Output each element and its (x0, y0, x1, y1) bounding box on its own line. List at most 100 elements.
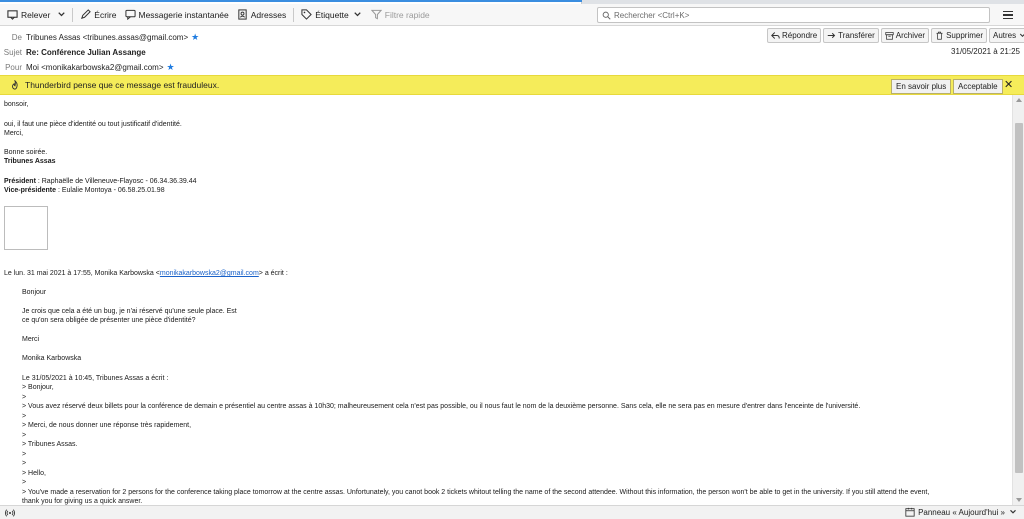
get-messages-dropdown[interactable] (54, 6, 69, 24)
quoted-line: > Bonjour, (22, 384, 54, 391)
to-label: Pour (5, 62, 22, 72)
quoted-line: Je crois que cela a été un bug, je n'ai … (22, 308, 237, 315)
signature-president-label: Président (4, 178, 36, 185)
quoted-line: > Merci, de nous donner une réponse très… (22, 422, 192, 429)
quoted-line: Bonjour (22, 289, 47, 296)
scroll-down-icon[interactable] (1016, 498, 1022, 502)
address-book-label: Adresses (250, 9, 287, 20)
hamburger-line (1003, 17, 1013, 20)
online-status-icon[interactable] (5, 508, 15, 518)
signature-president: Président : Raphaëlle de Villeneuve-Flay… (4, 177, 197, 186)
download-icon (7, 10, 18, 20)
star-icon[interactable]: ★ (167, 62, 175, 73)
archive-icon (885, 32, 894, 40)
scam-notification-bar: Thunderbird pense que ce message est fra… (0, 75, 1024, 95)
reply-label: Répondre (782, 31, 818, 40)
quoted-line: > Tribunes Assas. (22, 441, 78, 448)
body-scrollbar[interactable] (1012, 95, 1024, 505)
today-pane-label: Panneau « Aujourd'hui » (918, 507, 1005, 517)
learn-more-button[interactable]: En savoir plus (891, 79, 952, 94)
signature-name: Tribunes Assas (4, 158, 56, 165)
chevron-down-icon (354, 12, 361, 17)
address-book-button[interactable]: Adresses (233, 6, 290, 24)
chevron-down-icon (1010, 509, 1016, 514)
quote-intro: Le lun. 31 mai 2021 à 17:55, Monika Karb… (4, 269, 288, 278)
signature-image-placeholder (4, 206, 48, 250)
message-header: De Tribunes Assas <tribunes.assas@gmail.… (0, 27, 1024, 75)
chevron-down-icon (1020, 33, 1024, 37)
quoted-line: ce qu'on sera obligée de présenter une p… (22, 317, 196, 324)
chat-button[interactable]: Messagerie instantanée (121, 6, 233, 24)
quoted-line: > Vous avez réservé deux billets pour la… (22, 403, 861, 410)
quoted-line: > You've made a reservation for 2 person… (22, 489, 930, 496)
chat-label: Messagerie instantanée (138, 9, 229, 20)
quoted-line: > (22, 432, 27, 439)
signature-vp-value: : Eulalie Montoya - 06.58.25.01.98 (56, 187, 165, 194)
quoted-line: > (22, 460, 27, 467)
body-line: Merci, (4, 130, 24, 137)
message-date: 31/05/2021 à 21:25 (951, 47, 1020, 56)
pencil-icon (81, 9, 92, 19)
body-line: Bonne soirée. (4, 149, 48, 156)
quoted-line: > (22, 394, 27, 401)
not-scam-button[interactable]: Acceptable (953, 79, 1003, 94)
quick-filter-label: Filtre rapide (384, 9, 430, 20)
archive-label: Archiver (895, 31, 926, 40)
quoted-line: thank you for giving us a quick answer. (22, 498, 143, 505)
search-input[interactable]: Rechercher <Ctrl+K> (597, 7, 990, 23)
close-icon[interactable]: ✕ (1004, 78, 1013, 91)
calendar-icon (905, 507, 915, 517)
scrollbar-thumb[interactable] (1015, 123, 1023, 473)
quoted-line: Merci (22, 336, 40, 343)
signature-vp-label: Vice-présidente (4, 187, 57, 194)
hamburger-line (1003, 10, 1013, 13)
subject-row: Sujet Re: Conférence Julian Assange (0, 45, 146, 59)
tab-accent (0, 0, 582, 2)
delete-button[interactable]: Supprimer (931, 28, 987, 43)
mail-toolbar: Relever Écrire Messagerie instantanée Ad… (0, 4, 1024, 26)
flame-icon (12, 80, 18, 90)
body-line: bonsoir, (4, 101, 29, 108)
archive-button[interactable]: Archiver (880, 28, 930, 43)
funnel-icon (370, 9, 382, 20)
reply-button[interactable]: Répondre (767, 28, 822, 43)
toolbar-separator (293, 7, 295, 22)
subject-label: Sujet (3, 47, 22, 57)
quote-intro-text-end: > a écrit : (258, 270, 288, 277)
today-pane-toggle[interactable]: Panneau « Aujourd'hui » (905, 507, 1018, 517)
app-menu-button[interactable] (1000, 8, 1016, 22)
search-placeholder: Rechercher <Ctrl+K> (614, 10, 690, 20)
forward-button[interactable]: Transférer (823, 28, 879, 43)
tag-button[interactable]: Étiquette (297, 6, 367, 24)
scroll-up-icon[interactable] (1016, 98, 1022, 102)
from-label: De (11, 32, 22, 42)
search-icon (602, 11, 611, 20)
get-messages-label: Relever (21, 9, 51, 20)
tag-icon (301, 9, 312, 20)
other-actions-button[interactable]: Autres (989, 28, 1024, 43)
quoted-line: > (22, 413, 27, 420)
quick-filter-button[interactable]: Filtre rapide (367, 6, 434, 24)
star-icon[interactable]: ★ (191, 32, 199, 43)
write-button[interactable]: Écrire (76, 6, 120, 24)
subject-value: Re: Conférence Julian Assange (26, 47, 146, 57)
tag-label: Étiquette (315, 9, 349, 20)
from-value[interactable]: Tribunes Assas <tribunes.assas@gmail.com… (26, 32, 199, 43)
email-link[interactable]: monikakarbowska2@gmail.com (160, 270, 259, 277)
to-row: Pour Moi <monikakarbowska2@gmail.com> ★ (0, 60, 175, 74)
body-line: oui, il faut une pièce d'identité ou tou… (4, 121, 182, 128)
chevron-down-icon (58, 12, 66, 17)
reply-icon (771, 32, 780, 39)
signature-president-value: : Raphaëlle de Villeneuve-Flayosc - 06.3… (35, 178, 197, 185)
to-value[interactable]: Moi <monikakarbowska2@gmail.com> ★ (26, 62, 175, 73)
chat-bubble-icon (124, 9, 136, 20)
forward-label: Transférer (838, 31, 875, 40)
message-body: bonsoir, oui, il faut une pièce d'identi… (0, 95, 1012, 505)
to-address: Moi <monikakarbowska2@gmail.com> (26, 62, 164, 72)
header-actions: Répondre Transférer Archiver Supprimer A… (767, 28, 1024, 43)
forward-icon (827, 32, 836, 39)
other-actions-label: Autres (993, 31, 1017, 40)
get-messages-button[interactable]: Relever (3, 6, 54, 24)
quoted-line: > Hello, (22, 470, 46, 477)
status-bar: Panneau « Aujourd'hui » (0, 505, 1024, 519)
